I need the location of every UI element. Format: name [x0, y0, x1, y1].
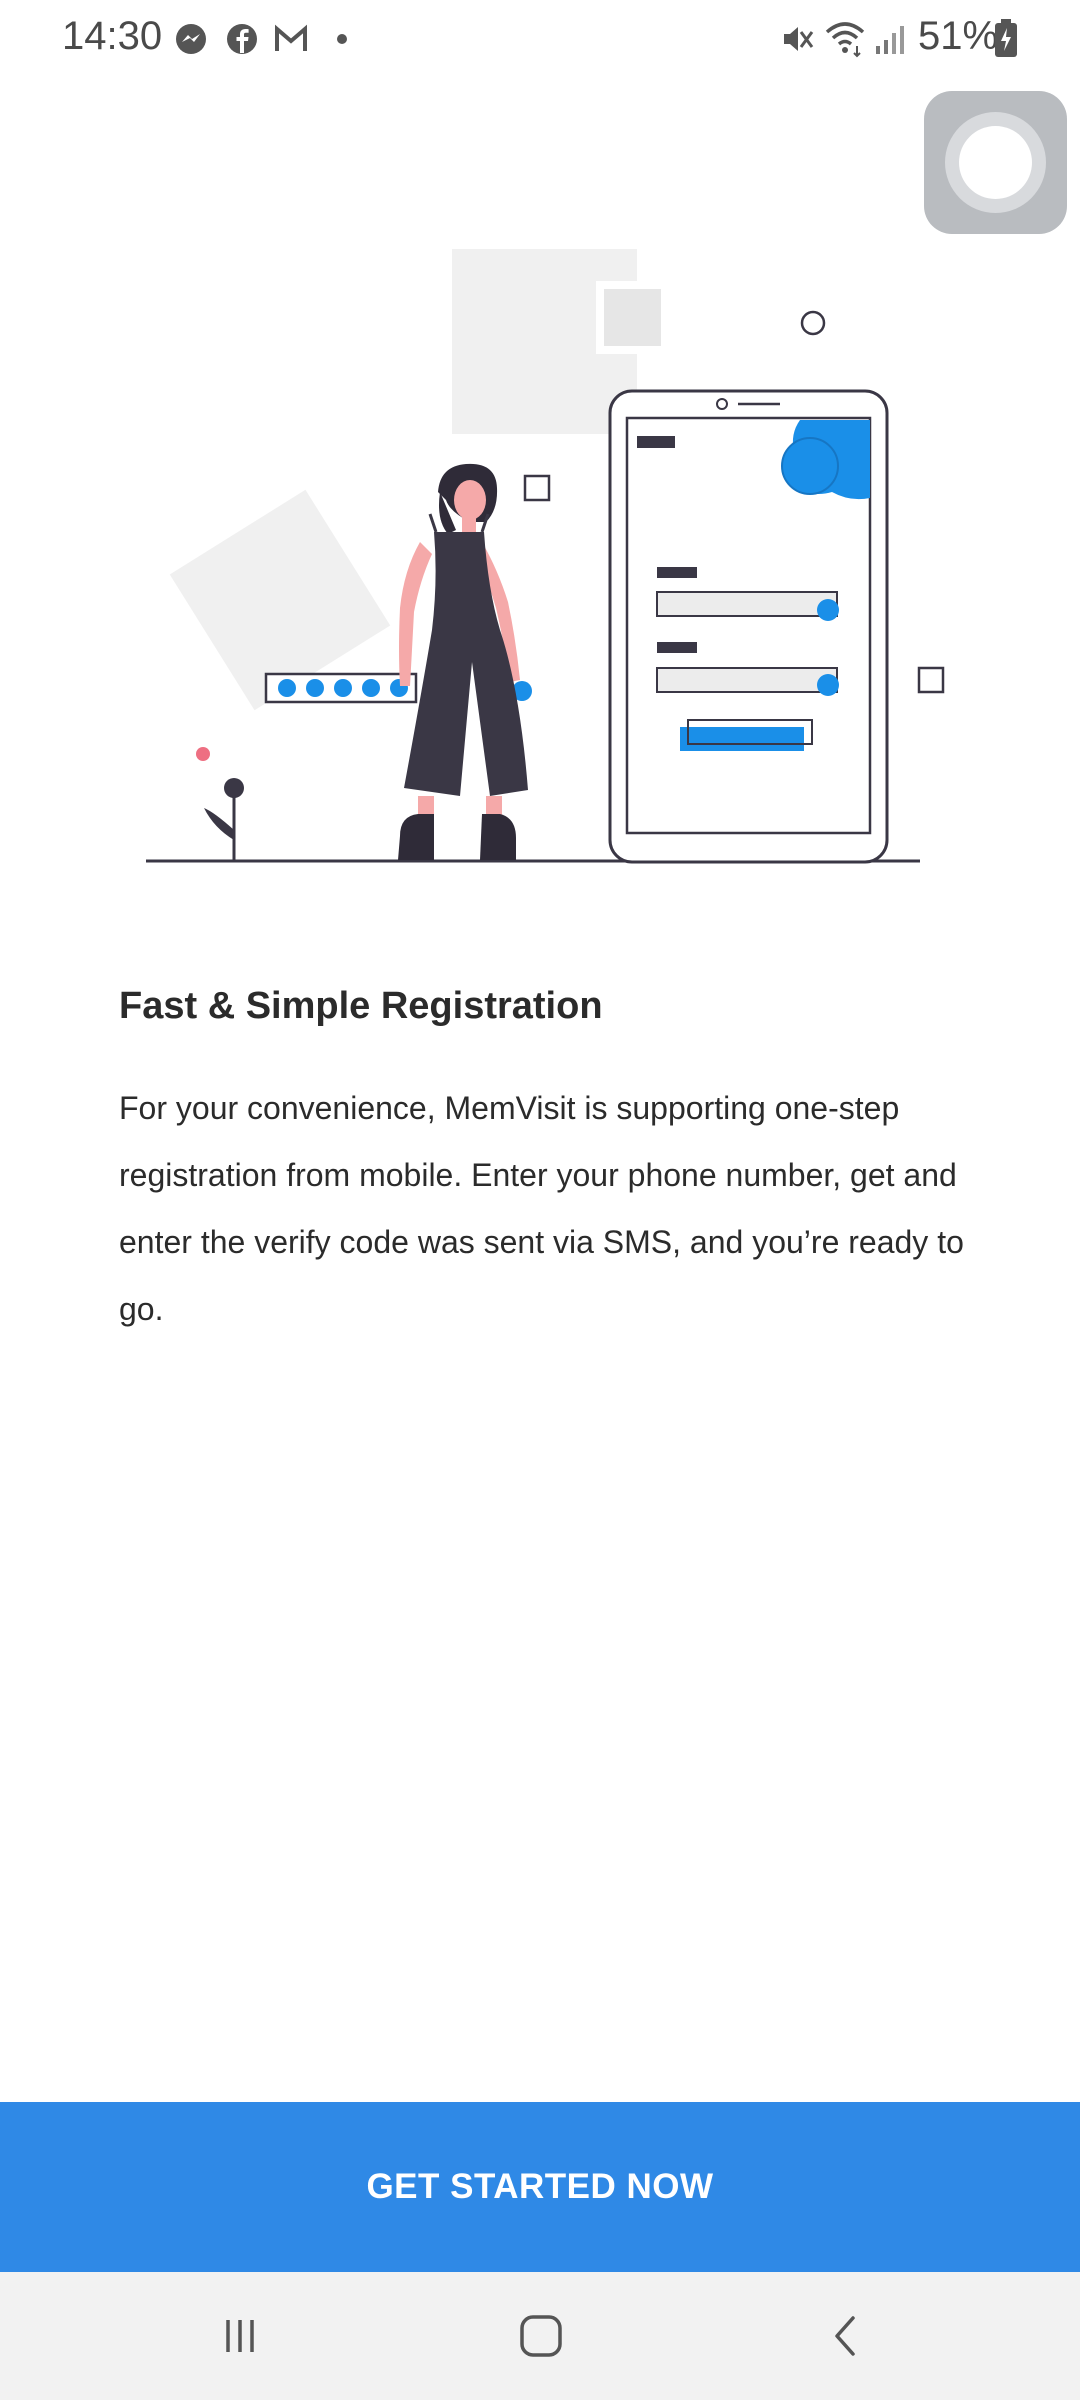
deco-pink-dot — [196, 747, 210, 761]
messenger-icon — [176, 24, 206, 54]
plant-bud — [224, 778, 244, 798]
deco-square-2 — [917, 666, 945, 694]
status-bar: 14:30 51% — [0, 0, 1080, 80]
home-icon — [520, 2315, 562, 2357]
bg-square-small — [596, 281, 669, 354]
woman-figure — [398, 463, 528, 860]
floating-assistive-button[interactable] — [924, 91, 1067, 234]
deco-circle — [800, 310, 826, 336]
phone-mockup — [608, 389, 889, 864]
deco-square-1 — [523, 474, 551, 502]
recents-button[interactable] — [195, 2296, 285, 2376]
back-icon — [835, 2316, 855, 2356]
onboarding-title: Fast & Simple Registration — [119, 985, 603, 1027]
signal-icon — [876, 26, 904, 54]
status-time: 14:30 — [62, 14, 163, 58]
onboarding-description: For your convenience, MemVisit is suppor… — [119, 1090, 964, 1327]
wifi-icon — [825, 22, 865, 58]
registration-illustration — [146, 249, 945, 864]
recents-icon — [226, 2320, 254, 2352]
facebook-icon — [227, 24, 257, 54]
back-button[interactable] — [800, 2296, 890, 2376]
dot-icon — [337, 34, 347, 44]
battery-icon — [995, 19, 1017, 57]
get-started-button[interactable]: GET STARTED NOW — [0, 2102, 1080, 2272]
battery-percent: 51% — [918, 14, 999, 58]
plant-leaf — [204, 808, 234, 840]
home-button[interactable] — [496, 2296, 586, 2376]
system-nav-bar — [0, 2272, 1080, 2400]
assistive-center-icon — [959, 126, 1032, 199]
gmail-icon — [275, 24, 307, 51]
mute-icon — [784, 27, 814, 51]
